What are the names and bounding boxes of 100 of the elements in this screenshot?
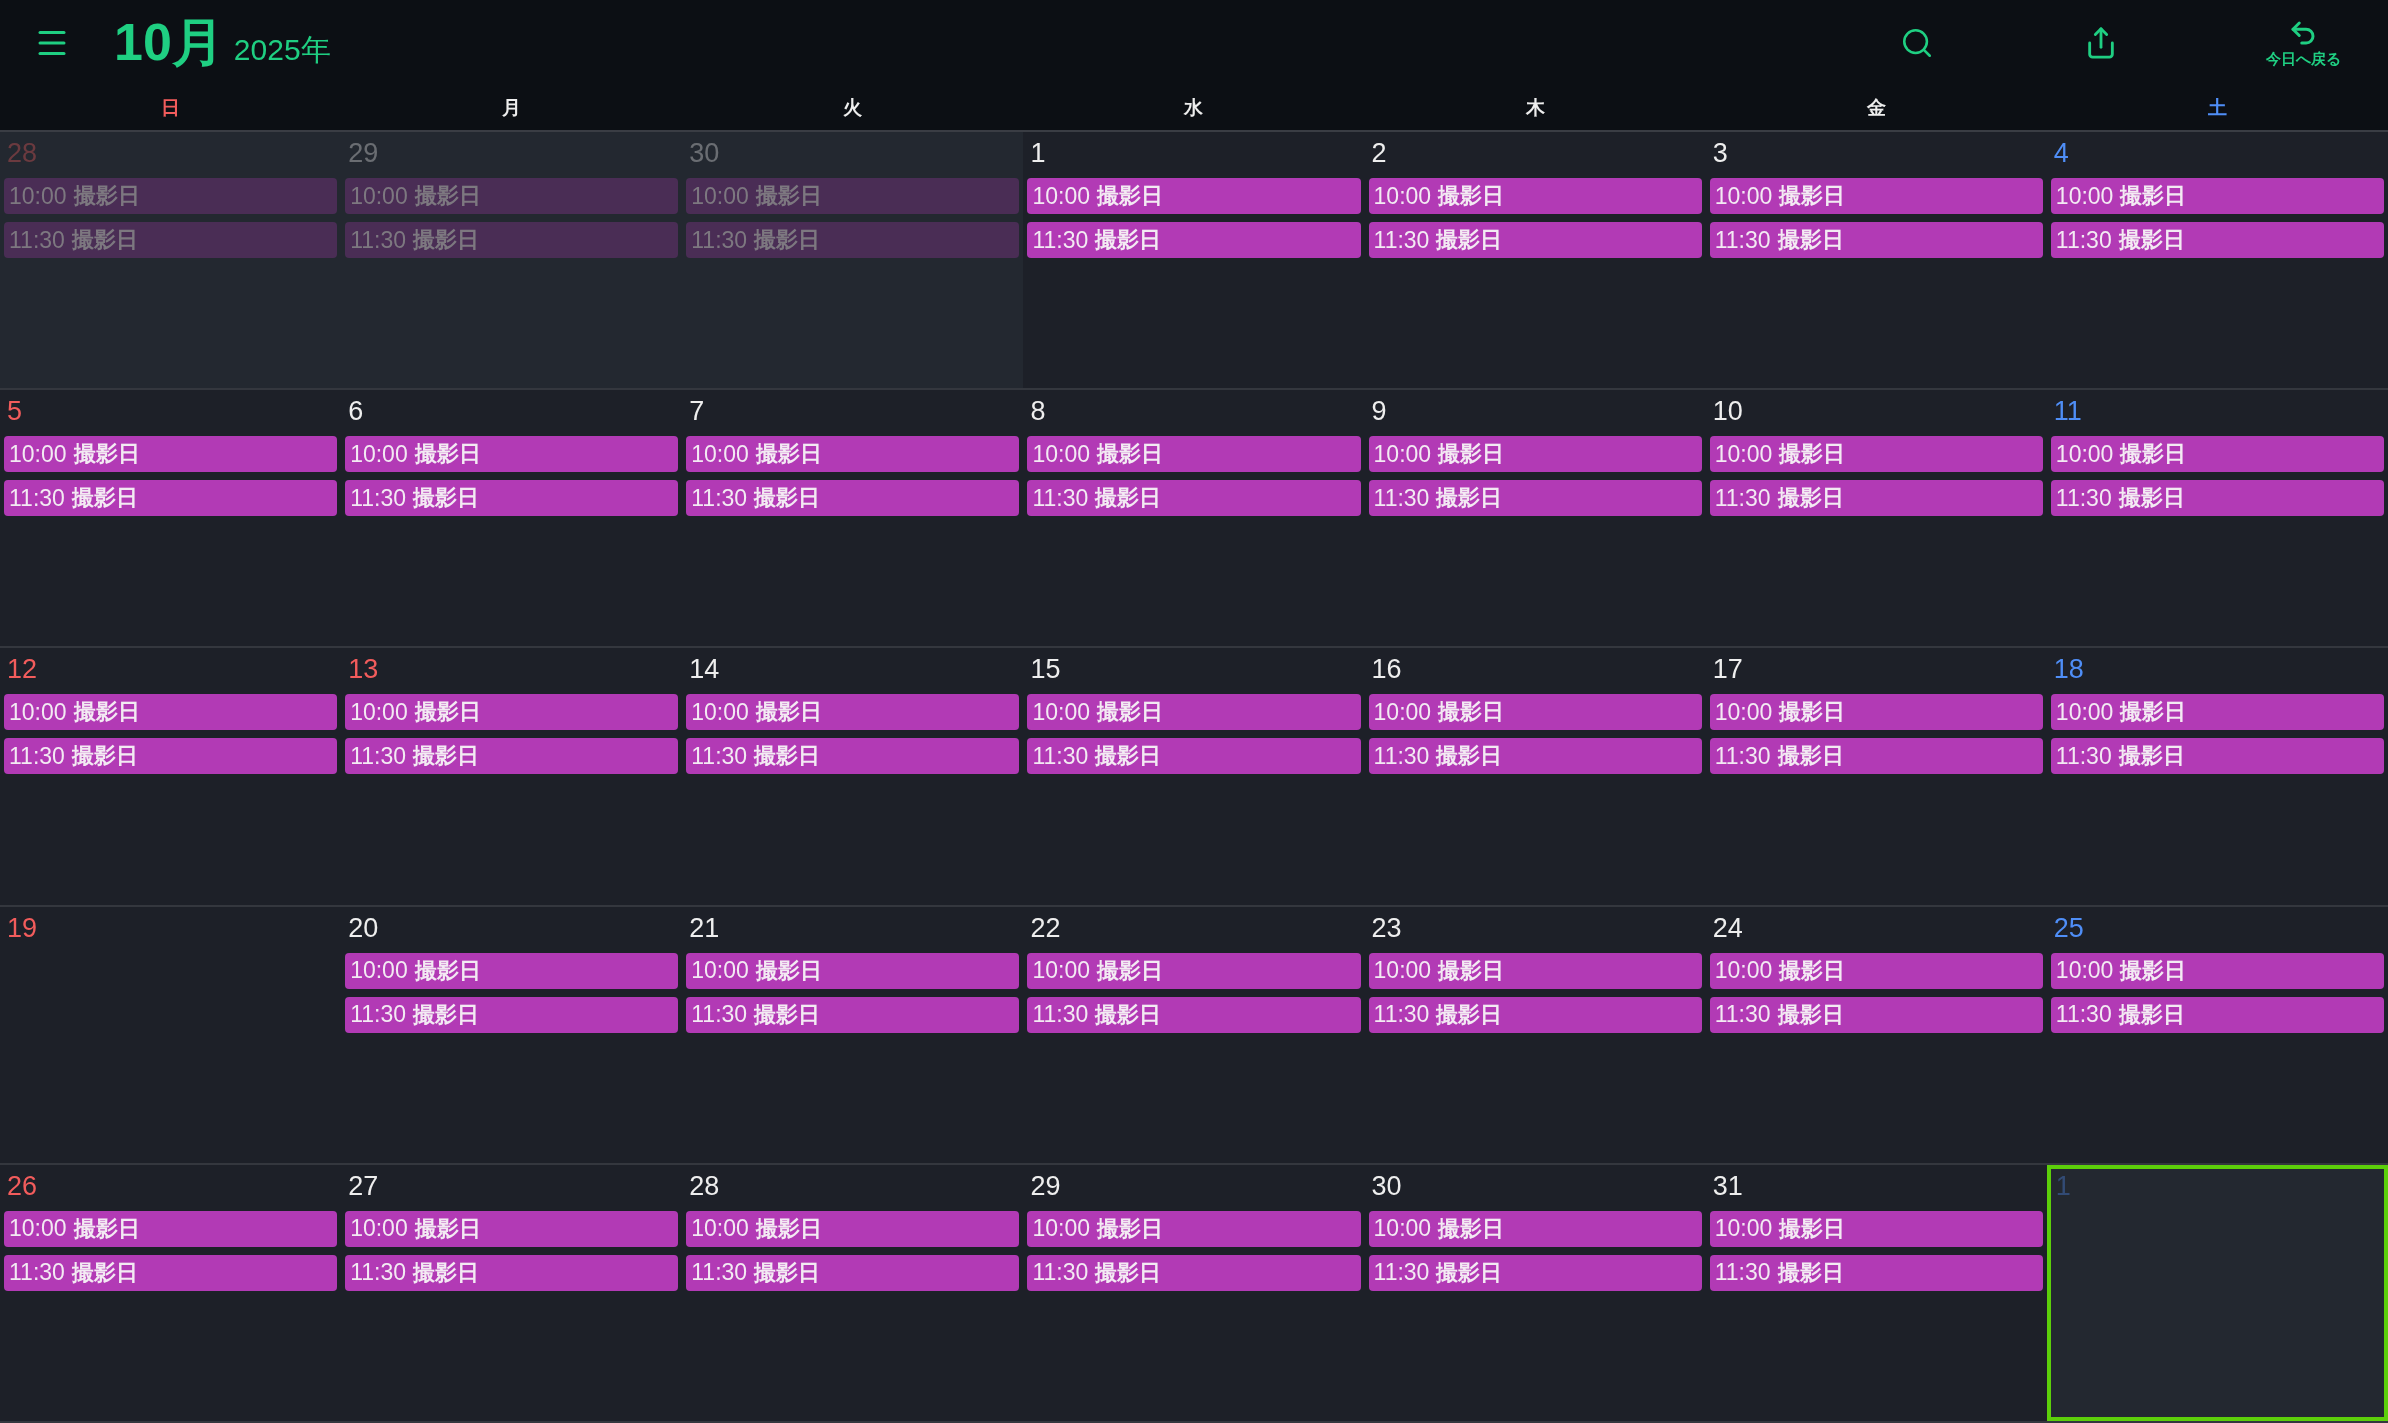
weekday-label: 日 [161, 95, 181, 120]
event-item[interactable]: 10:00 撮影日 [1368, 1210, 1702, 1247]
event-item[interactable]: 11:30 撮影日 [2050, 480, 2384, 517]
event-item[interactable]: 10:00 撮影日 [1368, 952, 1702, 989]
event-item[interactable]: 11:30 撮影日 [1709, 1254, 2043, 1291]
event-item[interactable]: 10:00 撮影日 [686, 694, 1020, 731]
event-item[interactable]: 11:30 撮影日 [686, 738, 1020, 775]
day-number: 30 [1370, 1169, 1402, 1203]
day-number: 14 [688, 653, 720, 687]
event-item[interactable]: 10:00 撮影日 [1027, 178, 1361, 214]
event-item[interactable]: 10:00 撮影日 [4, 178, 338, 214]
event-item[interactable]: 11:30 撮影日 [686, 1254, 1020, 1291]
day-number: 3 [1711, 137, 1728, 170]
search-button[interactable] [1900, 26, 1934, 60]
event-item[interactable]: 11:30 撮影日 [1368, 996, 1702, 1033]
event-item[interactable]: 10:00 撮影日 [4, 694, 338, 731]
day-number: 1 [1029, 137, 1046, 170]
event-item[interactable]: 11:30 撮影日 [345, 222, 679, 258]
day-number: 8 [1029, 395, 1046, 429]
event-item[interactable]: 10:00 撮影日 [345, 952, 679, 989]
event-item[interactable]: 10:00 撮影日 [1027, 1210, 1361, 1247]
event-item[interactable]: 11:30 撮影日 [2050, 222, 2384, 258]
event-item[interactable]: 10:00 撮影日 [686, 952, 1020, 989]
day-number: 27 [347, 1169, 379, 1203]
event-item[interactable]: 11:30 撮影日 [4, 738, 338, 775]
event-item[interactable]: 11:30 撮影日 [686, 996, 1020, 1033]
event-item[interactable]: 10:00 撮影日 [4, 1210, 338, 1247]
event-item[interactable]: 10:00 撮影日 [1709, 694, 2043, 731]
day-number: 29 [1029, 1169, 1061, 1203]
event-item[interactable]: 11:30 撮影日 [4, 222, 338, 258]
event-item[interactable]: 11:30 撮影日 [345, 738, 679, 775]
event-item[interactable]: 10:00 撮影日 [345, 694, 679, 731]
event-item[interactable]: 10:00 撮影日 [1368, 436, 1702, 473]
event-item[interactable]: 11:30 撮影日 [1368, 738, 1702, 775]
today-button[interactable]: 今日へ戻る [2248, 17, 2358, 69]
day-number: 13 [347, 653, 379, 687]
event-item[interactable]: 11:30 撮影日 [1709, 996, 2043, 1033]
day-number: 23 [1370, 911, 1402, 945]
event-item[interactable]: 10:00 撮影日 [1709, 952, 2043, 989]
year-label: 2025年 [233, 32, 331, 68]
event-item[interactable]: 10:00 撮影日 [1368, 178, 1702, 214]
weekday-label: 土 [2207, 95, 2227, 120]
event-item[interactable]: 10:00 撮影日 [2050, 178, 2384, 214]
event-item[interactable]: 10:00 撮影日 [2050, 952, 2384, 989]
day-number: 24 [1711, 911, 1743, 945]
event-item[interactable]: 11:30 撮影日 [345, 1254, 679, 1291]
day-number: 25 [2052, 911, 2084, 945]
day-cell[interactable]: 30 10:00 撮影日 11:30 撮影日 [682, 132, 1024, 389]
event-item[interactable]: 10:00 撮影日 [345, 436, 679, 473]
day-number: 6 [347, 395, 364, 429]
event-item[interactable]: 10:00 撮影日 [345, 1210, 679, 1247]
day-number: 28 [6, 137, 38, 170]
event-item[interactable]: 10:00 撮影日 [1709, 436, 2043, 473]
day-number: 17 [1711, 653, 1743, 687]
event-item[interactable]: 10:00 撮影日 [1027, 952, 1361, 989]
event-item[interactable]: 10:00 撮影日 [1027, 436, 1361, 473]
event-item[interactable]: 10:00 撮影日 [2050, 694, 2384, 731]
weekday-label: 火 [843, 95, 863, 120]
event-item[interactable]: 11:30 撮影日 [686, 222, 1020, 258]
weekday-label: 月 [502, 95, 522, 120]
event-item[interactable]: 10:00 撮影日 [4, 436, 338, 473]
day-number: 16 [1370, 653, 1402, 687]
event-item[interactable]: 11:30 撮影日 [1368, 222, 1702, 258]
event-item[interactable]: 10:00 撮影日 [345, 178, 679, 214]
event-item[interactable]: 11:30 撮影日 [1027, 738, 1361, 775]
event-item[interactable]: 10:00 撮影日 [686, 436, 1020, 473]
event-item[interactable]: 11:30 撮影日 [1709, 480, 2043, 517]
event-item[interactable]: 11:30 撮影日 [345, 996, 679, 1033]
search-icon [1900, 26, 1934, 60]
month-title: 10月 [114, 12, 224, 73]
day-number: 26 [6, 1169, 38, 1203]
event-item[interactable]: 11:30 撮影日 [1709, 222, 2043, 258]
event-item[interactable]: 10:00 撮影日 [1709, 178, 2043, 214]
day-cell[interactable]: 28 10:00 撮影日 11:30 撮影日 [0, 132, 342, 389]
event-item[interactable]: 11:30 撮影日 [686, 480, 1020, 517]
event-item[interactable]: 10:00 撮影日 [2050, 436, 2384, 473]
day-number: 10 [1711, 395, 1743, 429]
event-item[interactable]: 10:00 撮影日 [1368, 694, 1702, 731]
event-item[interactable]: 11:30 撮影日 [4, 480, 338, 517]
event-item[interactable]: 11:30 撮影日 [1027, 480, 1361, 517]
event-item[interactable]: 11:30 撮影日 [1027, 222, 1361, 258]
event-item[interactable]: 10:00 撮影日 [686, 178, 1020, 214]
event-item[interactable]: 11:30 撮影日 [1709, 738, 2043, 775]
event-item[interactable]: 11:30 撮影日 [1027, 996, 1361, 1033]
day-number: 31 [1711, 1169, 1743, 1203]
event-item[interactable]: 11:30 撮影日 [4, 1254, 338, 1291]
day-number: 4 [2052, 137, 2069, 170]
day-number: 21 [688, 911, 720, 945]
day-number: 18 [2052, 653, 2084, 687]
day-cell[interactable]: 29 10:00 撮影日 11:30 撮影日 [341, 132, 683, 389]
event-item[interactable]: 11:30 撮影日 [2050, 996, 2384, 1033]
event-item[interactable]: 11:30 撮影日 [2050, 738, 2384, 775]
event-item[interactable]: 11:30 撮影日 [1368, 480, 1702, 517]
day-number: 2 [1370, 137, 1387, 170]
event-item[interactable]: 10:00 撮影日 [1027, 694, 1361, 731]
event-item[interactable]: 10:00 撮影日 [686, 1210, 1020, 1247]
event-item[interactable]: 11:30 撮影日 [1027, 1254, 1361, 1291]
event-item[interactable]: 11:30 撮影日 [345, 480, 679, 517]
event-item[interactable]: 11:30 撮影日 [1368, 1254, 1702, 1291]
event-item[interactable]: 10:00 撮影日 [1709, 1210, 2043, 1247]
